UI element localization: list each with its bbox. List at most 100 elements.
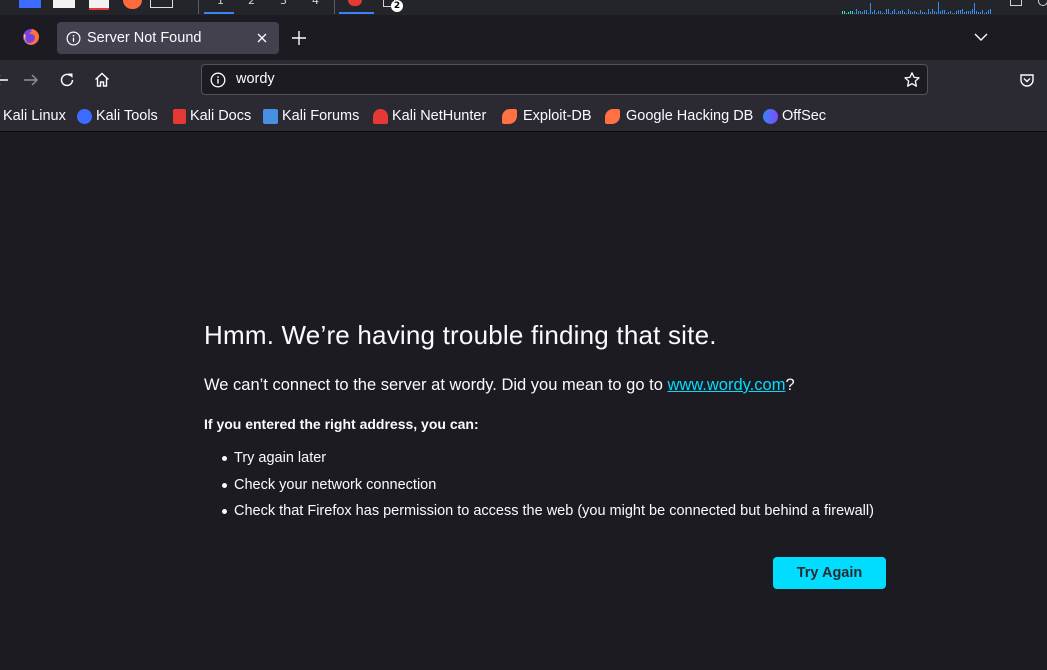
offsec-icon xyxy=(763,108,778,124)
cpu-graph-bar xyxy=(862,12,863,14)
cpu-graph-bar xyxy=(942,10,943,14)
reload-icon[interactable] xyxy=(58,71,76,89)
cpu-graph-bar xyxy=(960,10,961,14)
site-info-icon[interactable] xyxy=(210,72,226,88)
new-tab-icon[interactable] xyxy=(290,29,308,47)
kali-forums-icon xyxy=(263,108,278,124)
cpu-graph-bar xyxy=(916,12,917,14)
cpu-graph-bar xyxy=(852,11,853,14)
cpu-graph-bar xyxy=(848,12,849,14)
cpu-graph-bar xyxy=(962,9,963,14)
bookmark-kali-linux[interactable]: Kali Linux xyxy=(3,107,66,125)
forward-icon[interactable] xyxy=(22,71,40,89)
task-active-indicator xyxy=(339,12,374,14)
firefox-task-icon[interactable] xyxy=(348,0,362,6)
error-tips-list: Try again later Check your network conne… xyxy=(204,448,874,528)
bookmark-label: Google Hacking DB xyxy=(626,108,754,124)
bookmark-label: Kali NetHunter xyxy=(392,108,487,124)
cpu-graph-bar xyxy=(972,9,973,14)
bookmark-google-hacking-db[interactable]: Google Hacking DB xyxy=(605,107,753,125)
cpu-graph-bar xyxy=(970,11,971,14)
error-page: Hmm. We’re having trouble finding that s… xyxy=(0,132,1047,670)
try-again-button[interactable]: Try Again xyxy=(773,557,886,589)
cpu-graph-bar xyxy=(980,12,981,14)
text-editor-icon[interactable] xyxy=(89,0,109,10)
power-icon[interactable] xyxy=(1038,0,1047,6)
firefox-view-icon[interactable] xyxy=(22,28,40,46)
cpu-graph-bar xyxy=(956,11,957,14)
cpu-graph-bar xyxy=(908,9,909,14)
cpu-graph-bar xyxy=(964,12,965,14)
cpu-graph-bar xyxy=(868,13,869,14)
url-bar[interactable]: wordy xyxy=(201,64,928,95)
cpu-graph xyxy=(842,0,994,15)
cpu-graph-bar xyxy=(898,11,899,14)
terminal-launcher-icon[interactable] xyxy=(150,0,173,8)
cpu-graph-bar xyxy=(902,10,903,14)
cpu-graph-bar xyxy=(846,13,847,14)
cpu-graph-bar xyxy=(906,13,907,14)
error-subtitle: If you entered the right address, you ca… xyxy=(204,416,479,432)
cpu-graph-bar xyxy=(892,11,893,14)
cpu-graph-bar xyxy=(954,13,955,14)
cpu-graph-bar xyxy=(924,12,925,14)
workspace-1[interactable]: 1 xyxy=(217,0,224,7)
bookmark-label: Kali Docs xyxy=(190,108,252,124)
app-menu-icon[interactable] xyxy=(19,0,41,8)
url-input[interactable]: wordy xyxy=(236,71,275,87)
cpu-graph-bar xyxy=(974,3,975,14)
suggested-url-link[interactable]: www.wordy.com xyxy=(667,376,785,394)
cpu-graph-bar xyxy=(866,10,867,14)
kali-nethunter-icon xyxy=(373,108,388,124)
info-icon xyxy=(66,31,81,46)
bookmark-kali-nethunter[interactable]: Kali NetHunter xyxy=(373,107,486,125)
file-manager-icon[interactable] xyxy=(53,0,75,8)
cpu-graph-bar xyxy=(926,13,927,14)
cpu-graph-bar xyxy=(912,12,913,14)
cpu-graph-bar xyxy=(856,9,857,14)
cpu-graph-bar xyxy=(858,11,859,14)
bookmark-label: OffSec xyxy=(782,108,827,124)
workspace-2[interactable]: 2 xyxy=(248,0,255,7)
bookmark-kali-docs[interactable]: Kali Docs xyxy=(173,107,251,125)
list-all-tabs-icon[interactable] xyxy=(972,30,990,44)
cpu-graph-bar xyxy=(884,13,885,14)
firefox-launcher-icon[interactable] xyxy=(123,0,142,9)
kali-tools-icon xyxy=(77,108,92,124)
cpu-graph-bar xyxy=(922,12,923,14)
workspace-4[interactable]: 4 xyxy=(312,0,319,7)
bookmark-exploit-db[interactable]: Exploit-DB xyxy=(502,107,592,125)
bookmark-kali-forums[interactable]: Kali Forums xyxy=(263,107,359,125)
bookmark-label: Kali Tools xyxy=(96,108,158,124)
ghdb-icon xyxy=(605,108,620,124)
panel-separator xyxy=(198,0,199,14)
bookmark-kali-tools[interactable]: Kali Tools xyxy=(77,107,158,125)
cpu-graph-bar xyxy=(896,13,897,14)
cpu-graph-bar xyxy=(982,10,983,14)
lock-screen-icon[interactable] xyxy=(1010,0,1022,6)
bookmark-label: Kali Forums xyxy=(282,108,360,124)
back-icon[interactable] xyxy=(0,71,10,89)
cpu-graph-bar xyxy=(948,12,949,14)
cpu-graph-bar xyxy=(860,11,861,14)
home-icon[interactable] xyxy=(93,71,111,89)
cpu-graph-bar xyxy=(958,10,959,14)
tab-server-not-found[interactable]: Server Not Found xyxy=(57,22,279,54)
error-title: Hmm. We’re having trouble finding that s… xyxy=(204,320,717,350)
cpu-graph-bar xyxy=(986,12,987,14)
cpu-graph-bar xyxy=(934,11,935,14)
workspace-3[interactable]: 3 xyxy=(280,0,287,7)
bookmark-star-icon[interactable] xyxy=(903,71,921,89)
bookmarks-toolbar: Kali Linux Kali Tools Kali Docs Kali For… xyxy=(0,100,1047,132)
cpu-graph-bar xyxy=(878,11,879,14)
cpu-graph-bar xyxy=(938,2,939,14)
close-tab-icon[interactable] xyxy=(253,29,271,47)
list-item: Check that Firefox has permission to acc… xyxy=(204,501,874,528)
cpu-graph-bar xyxy=(988,10,989,14)
cpu-graph-bar xyxy=(944,10,945,14)
cpu-graph-bar xyxy=(910,11,911,14)
cpu-graph-bar xyxy=(914,11,915,14)
bookmark-offsec[interactable]: OffSec xyxy=(763,107,826,125)
cpu-graph-bar xyxy=(850,11,851,14)
pocket-icon[interactable] xyxy=(1018,71,1036,89)
